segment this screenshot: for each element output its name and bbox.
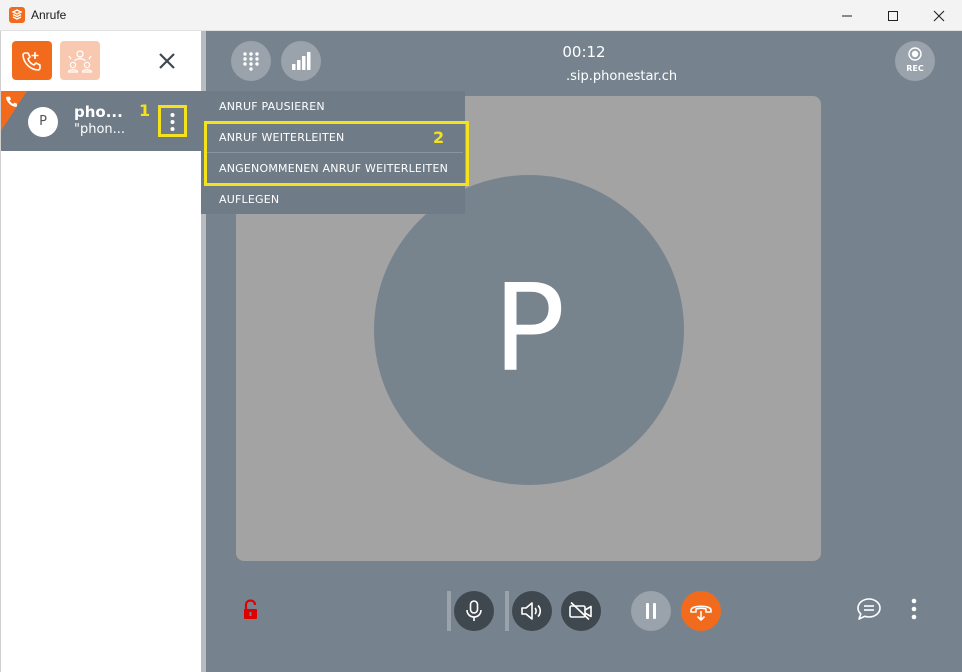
record-button[interactable]: REC bbox=[895, 41, 935, 81]
close-window-button[interactable] bbox=[916, 0, 962, 31]
microphone-icon bbox=[466, 600, 482, 621]
annotation-number-1: 1 bbox=[139, 101, 151, 120]
call-timer: 00:12 bbox=[562, 43, 606, 61]
control-separator bbox=[447, 591, 451, 631]
conference-icon bbox=[67, 50, 93, 73]
signal-bars-icon bbox=[292, 52, 311, 70]
lock-open-icon[interactable] bbox=[242, 599, 260, 621]
menu-item-label: ANRUF PAUSIEREN bbox=[219, 100, 325, 113]
transfer-icon bbox=[690, 605, 712, 622]
close-panel-button[interactable] bbox=[155, 49, 179, 73]
close-icon bbox=[159, 53, 175, 69]
hold-button[interactable] bbox=[631, 591, 671, 631]
speaker-button[interactable] bbox=[512, 591, 552, 631]
chat-icon[interactable] bbox=[856, 597, 882, 621]
remote-avatar-letter: P bbox=[492, 260, 566, 399]
signal-quality-button[interactable] bbox=[281, 41, 321, 81]
speaker-icon bbox=[521, 602, 542, 620]
phone-icon bbox=[6, 96, 17, 107]
more-vertical-icon bbox=[170, 113, 175, 131]
transfer-call-button[interactable] bbox=[681, 591, 721, 631]
minimize-icon bbox=[842, 15, 852, 17]
dialpad-icon bbox=[243, 52, 259, 71]
maximize-icon bbox=[888, 11, 898, 21]
highlight-box bbox=[204, 121, 469, 186]
maximize-button[interactable] bbox=[870, 0, 916, 31]
menu-item-pause-call[interactable]: ANRUF PAUSIEREN bbox=[201, 91, 465, 122]
minimize-button[interactable] bbox=[824, 0, 870, 31]
active-call-item[interactable]: P pho... "phon... 1 bbox=[1, 91, 202, 151]
sidebar-header bbox=[1, 31, 202, 91]
menu-item-label: AUFLEGEN bbox=[219, 193, 280, 206]
caller-avatar: P bbox=[28, 107, 58, 137]
caller-name: pho... bbox=[74, 103, 123, 121]
app-logo-icon bbox=[9, 7, 25, 23]
menu-item-hang-up[interactable]: AUFLEGEN bbox=[201, 184, 465, 215]
record-icon bbox=[908, 47, 922, 61]
call-options-button[interactable] bbox=[158, 105, 187, 137]
remote-avatar: P bbox=[374, 175, 684, 485]
close-icon bbox=[933, 10, 945, 22]
more-vertical-icon[interactable] bbox=[910, 597, 918, 621]
new-call-button[interactable] bbox=[12, 41, 52, 80]
video-off-icon bbox=[569, 601, 592, 621]
video-toggle-button[interactable] bbox=[561, 591, 601, 631]
conference-button[interactable] bbox=[60, 41, 100, 80]
caller-subtitle: "phon... bbox=[74, 122, 126, 137]
window-title: Anrufe bbox=[31, 8, 67, 22]
microphone-button[interactable] bbox=[454, 591, 494, 631]
dialpad-button[interactable] bbox=[231, 41, 271, 81]
record-label: REC bbox=[906, 64, 924, 73]
phone-plus-icon bbox=[22, 52, 41, 71]
calls-sidebar: P pho... "phon... 1 bbox=[0, 31, 202, 672]
annotation-number-2: 2 bbox=[433, 128, 445, 147]
sip-address: .sip.phonestar.ch bbox=[566, 69, 678, 84]
pause-icon bbox=[646, 603, 656, 619]
title-bar: Anrufe bbox=[0, 0, 962, 31]
control-separator bbox=[505, 591, 509, 631]
